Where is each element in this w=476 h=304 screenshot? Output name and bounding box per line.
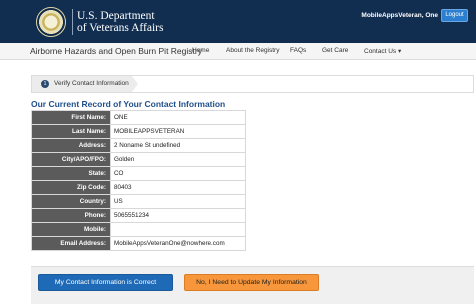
table-row: Mobile:	[31, 222, 246, 237]
row-label-last-name: Last Name:	[31, 124, 111, 139]
brand-line-1[interactable]: U.S. Department	[77, 10, 155, 22]
logout-button[interactable]: Logout	[441, 9, 468, 22]
step-breadcrumb: 1 Verify Contact Information	[31, 75, 474, 93]
table-row: Email Address: MobileAppsVeteranOne@nowh…	[31, 236, 246, 251]
current-step: 1 Verify Contact Information	[32, 76, 132, 92]
main-navbar: Airborne Hazards and Open Burn Pit Regis…	[0, 43, 476, 60]
row-label-address: Address:	[31, 138, 111, 153]
info-correct-button[interactable]: My Contact Information is Correct	[38, 274, 173, 291]
nav-contact-us[interactable]: Contact Us ▾	[364, 47, 401, 55]
section-title: Our Current Record of Your Contact Infor…	[31, 99, 226, 109]
step-number-badge: 1	[41, 80, 49, 88]
row-value-city: Golden	[110, 152, 246, 167]
step-label: Verify Contact Information	[54, 80, 129, 87]
va-seal-logo[interactable]	[36, 7, 66, 37]
update-info-button[interactable]: No, I Need to Update My Information	[184, 274, 319, 291]
table-row: Phone: 5065551234	[31, 208, 246, 223]
row-value-email: MobileAppsVeteranOne@nowhere.com	[110, 236, 246, 251]
row-label-mobile: Mobile:	[31, 222, 111, 237]
row-label-email: Email Address:	[31, 236, 111, 251]
row-value-zip: 80403	[110, 180, 246, 195]
row-value-mobile	[110, 222, 246, 237]
app-title[interactable]: Airborne Hazards and Open Burn Pit Regis…	[30, 46, 202, 56]
table-row: Zip Code: 80403	[31, 180, 246, 195]
row-label-first-name: First Name:	[31, 110, 111, 125]
table-row: Address: 2 Noname St undefined	[31, 138, 246, 153]
row-label-state: State:	[31, 166, 111, 181]
row-label-city: City/APO/FPO:	[31, 152, 111, 167]
table-row: Country: US	[31, 194, 246, 209]
logo-divider	[72, 9, 73, 35]
row-value-state: CO	[110, 166, 246, 181]
table-row: State: CO	[31, 166, 246, 181]
nav-faqs[interactable]: FAQs	[290, 47, 306, 54]
row-value-country: US	[110, 194, 246, 209]
row-value-phone: 5065551234	[110, 208, 246, 223]
nav-about-registry[interactable]: About the Registry	[226, 47, 279, 54]
row-value-first-name: ONE	[110, 110, 246, 125]
nav-home[interactable]: Home	[192, 47, 209, 54]
brand-line-2[interactable]: of Veterans Affairs	[77, 22, 163, 34]
row-label-country: Country:	[31, 194, 111, 209]
step-arrow-icon	[132, 76, 138, 92]
table-row: City/APO/FPO: Golden	[31, 152, 246, 167]
table-row: First Name: ONE	[31, 110, 246, 125]
contact-info-table: First Name: ONE Last Name: MOBILEAPPSVET…	[31, 110, 246, 251]
nav-get-care[interactable]: Get Care	[322, 47, 348, 54]
row-label-phone: Phone:	[31, 208, 111, 223]
row-value-last-name: MOBILEAPPSVETERAN	[110, 124, 246, 139]
user-name: MobileAppsVeteran, One	[361, 12, 438, 19]
row-value-address: 2 Noname St undefined	[110, 138, 246, 153]
row-label-zip: Zip Code:	[31, 180, 111, 195]
table-row: Last Name: MOBILEAPPSVETERAN	[31, 124, 246, 139]
site-header: U.S. Department of Veterans Affairs Mobi…	[0, 0, 476, 43]
